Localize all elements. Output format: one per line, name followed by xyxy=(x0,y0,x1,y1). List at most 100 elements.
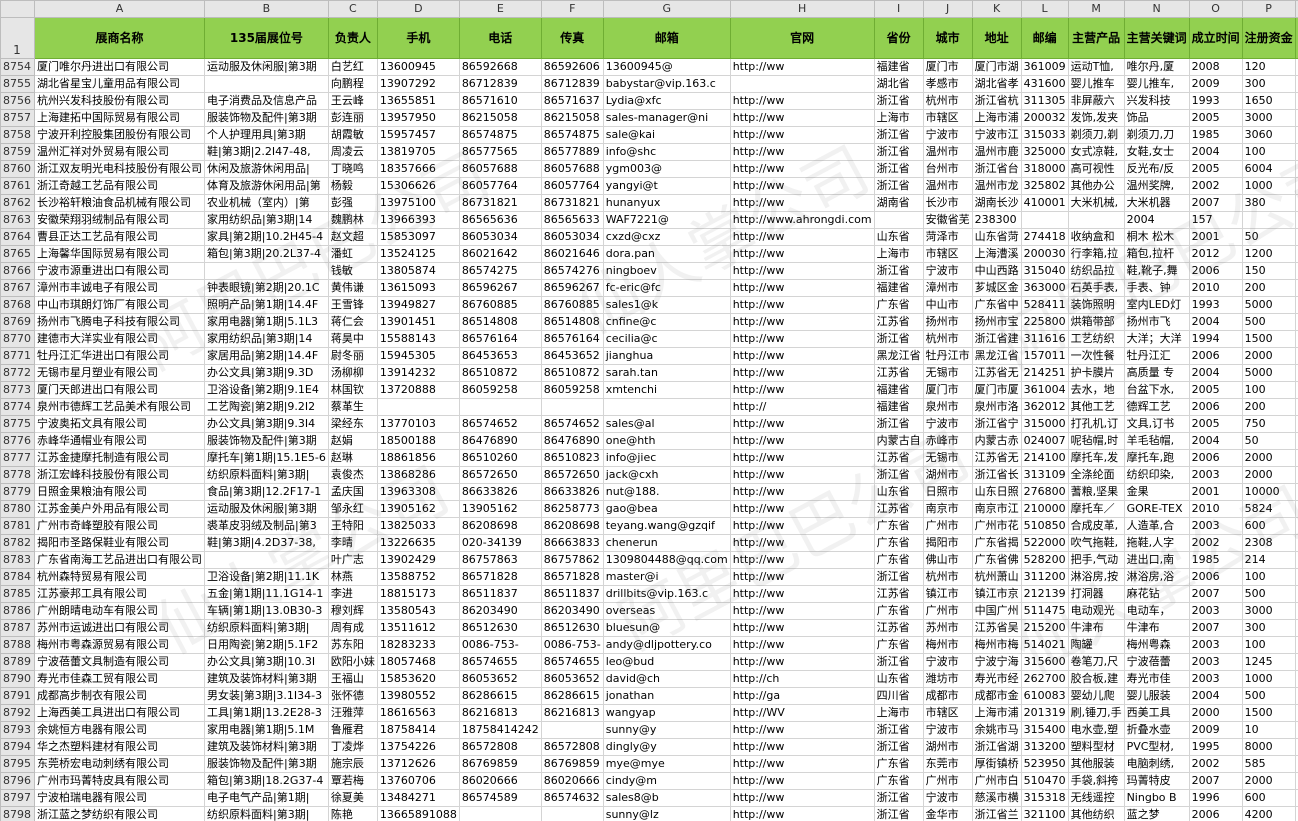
cell-L[interactable]: 276800 xyxy=(1020,483,1069,501)
cell-H[interactable]: http://ww xyxy=(729,381,875,399)
cell-E[interactable]: 86572808 xyxy=(458,738,542,756)
cell-K[interactable]: 杭州萧山 xyxy=(971,568,1022,586)
cell-P[interactable]: 2000 xyxy=(1241,772,1296,790)
cell-K[interactable]: 238300 xyxy=(971,211,1022,229)
cell-I[interactable]: 四川省 xyxy=(873,687,924,705)
cell-C[interactable]: 穆刘辉 xyxy=(327,602,378,620)
cell-J[interactable]: 杭州市 xyxy=(922,92,973,110)
cell-A[interactable]: 日照金果粮油有限公司 xyxy=(34,483,205,501)
cell-O[interactable]: 2007 xyxy=(1188,585,1243,603)
cell-G[interactable]: sales@al xyxy=(602,415,731,433)
cell-O[interactable]: 1995 xyxy=(1188,738,1243,756)
cell-J[interactable]: 佛山市 xyxy=(922,551,973,569)
cell-P[interactable]: 3000 xyxy=(1241,109,1296,127)
cell-M[interactable] xyxy=(1067,211,1125,229)
cell-D[interactable]: 18357666 xyxy=(376,160,460,178)
cell-A[interactable]: 宁波开利控股集团股份有限公司 xyxy=(34,126,205,144)
column-header-P[interactable]: P xyxy=(1241,0,1296,18)
cell-C[interactable]: 陈艳 xyxy=(327,806,378,821)
cell-B[interactable]: 纺织原料面料|第3期| xyxy=(204,619,329,637)
cell-P[interactable]: 5824 xyxy=(1241,500,1296,518)
cell-E[interactable]: 86596267 xyxy=(458,279,542,297)
row-number[interactable]: 8757 xyxy=(0,109,35,127)
cell-M[interactable]: 高可视性 xyxy=(1067,160,1125,178)
cell-G[interactable]: dora.pan xyxy=(602,245,731,263)
cell-O[interactable]: 2003 xyxy=(1188,670,1243,688)
cell-P[interactable]: 5000 xyxy=(1241,364,1296,382)
cell-C[interactable]: 施宗辰 xyxy=(327,755,378,773)
row-number[interactable]: 8797 xyxy=(0,789,35,807)
field-header-cell[interactable]: 主营产品 xyxy=(1067,17,1125,59)
row-number[interactable]: 8762 xyxy=(0,194,35,212)
cell-M[interactable]: 打孔机,订 xyxy=(1067,415,1125,433)
cell-N[interactable]: 箱包,拉杆 xyxy=(1123,245,1190,263)
cell-D[interactable]: 13720888 xyxy=(376,381,460,399)
cell-A[interactable]: 梅州市粤森源贸易有限公司 xyxy=(34,636,205,654)
cell-O[interactable]: 2004 xyxy=(1188,143,1243,161)
cell-D[interactable]: 18815173 xyxy=(376,585,460,603)
cell-C[interactable]: 丁凌烨 xyxy=(327,738,378,756)
cell-H[interactable]: http://ww xyxy=(729,92,875,110)
cell-D[interactable]: 13615093 xyxy=(376,279,460,297)
cell-C[interactable]: 张怀德 xyxy=(327,687,378,705)
cell-K[interactable]: 宁波市江 xyxy=(971,126,1022,144)
cell-G[interactable]: dingly@y xyxy=(602,738,731,756)
cell-J[interactable]: 长沙市 xyxy=(922,194,973,212)
cell-M[interactable]: 装饰照明 xyxy=(1067,296,1125,314)
cell-L[interactable]: 315040 xyxy=(1020,262,1069,280)
cell-I[interactable]: 浙江省 xyxy=(873,143,924,161)
cell-P[interactable]: 1000 xyxy=(1241,670,1296,688)
cell-O[interactable]: 1993 xyxy=(1188,296,1243,314)
cell-E[interactable]: 86712839 xyxy=(458,75,542,93)
cell-G[interactable]: sunny@lz xyxy=(602,806,731,821)
cell-A[interactable]: 厦门天郎进出口有限公司 xyxy=(34,381,205,399)
cell-P[interactable]: 1200 xyxy=(1241,245,1296,263)
cell-M[interactable]: 女式凉鞋, xyxy=(1067,143,1125,161)
cell-L[interactable]: 311200 xyxy=(1020,568,1069,586)
column-header-B[interactable]: B xyxy=(204,0,329,18)
cell-K[interactable]: 厚街镇桥 xyxy=(971,755,1022,773)
cell-A[interactable]: 长沙裕轩粮油食品机械有限公司 xyxy=(34,194,205,212)
cell-F[interactable]: 86760885 xyxy=(540,296,604,314)
cell-H[interactable]: http://ww xyxy=(729,160,875,178)
cell-D[interactable]: 13949827 xyxy=(376,296,460,314)
cell-C[interactable]: 尉冬丽 xyxy=(327,347,378,365)
cell-G[interactable]: WAF7221@ xyxy=(602,211,731,229)
cell-L[interactable]: 510470 xyxy=(1020,772,1069,790)
cell-E[interactable]: 86215058 xyxy=(458,109,542,127)
row-number[interactable]: 1 xyxy=(0,17,35,59)
row-number[interactable]: 8769 xyxy=(0,313,35,331)
cell-M[interactable]: 刷,锤刀,手 xyxy=(1067,704,1125,722)
cell-D[interactable]: 13760706 xyxy=(376,772,460,790)
cell-O[interactable]: 2007 xyxy=(1188,194,1243,212)
cell-I[interactable]: 福建省 xyxy=(873,279,924,297)
cell-M[interactable]: 婴幼儿爬 xyxy=(1067,687,1125,705)
cell-O[interactable]: 2009 xyxy=(1188,75,1243,93)
cell-L[interactable]: 321100 xyxy=(1020,806,1069,821)
cell-A[interactable]: 安徽荣翔羽绒制品有限公司 xyxy=(34,211,205,229)
cell-J[interactable]: 杭州市 xyxy=(922,330,973,348)
column-header-E[interactable]: E xyxy=(458,0,542,18)
cell-N[interactable]: 纺织印染, xyxy=(1123,466,1190,484)
cell-B[interactable]: 工艺陶瓷|第2期|9.2I2 xyxy=(204,398,329,416)
cell-B[interactable]: 家用电器|第1期|5.1M xyxy=(204,721,329,739)
cell-E[interactable] xyxy=(458,806,542,821)
cell-L[interactable]: 410001 xyxy=(1020,194,1069,212)
row-number[interactable]: 8786 xyxy=(0,602,35,620)
row-number[interactable]: 8776 xyxy=(0,432,35,450)
cell-E[interactable] xyxy=(458,398,542,416)
cell-O[interactable]: 2005 xyxy=(1188,415,1243,433)
cell-B[interactable]: 办公文具|第3期|9.3I4 xyxy=(204,415,329,433)
cell-I[interactable]: 广东省 xyxy=(873,296,924,314)
cell-N[interactable]: 反光布/反 xyxy=(1123,160,1190,178)
cell-B[interactable] xyxy=(204,262,329,280)
cell-H[interactable]: http://ch xyxy=(729,670,875,688)
cell-I[interactable]: 江苏省 xyxy=(873,364,924,382)
cell-B[interactable]: 家用纺织品|第3期|14 xyxy=(204,330,329,348)
cell-C[interactable]: 王雪锋 xyxy=(327,296,378,314)
cell-B[interactable]: 照明产品|第1期|14.4F xyxy=(204,296,329,314)
cell-F[interactable]: 86571828 xyxy=(540,568,604,586)
cell-E[interactable]: 86510260 xyxy=(458,449,542,467)
cell-N[interactable]: 牡丹江汇 xyxy=(1123,347,1190,365)
cell-E[interactable]: 86576164 xyxy=(458,330,542,348)
